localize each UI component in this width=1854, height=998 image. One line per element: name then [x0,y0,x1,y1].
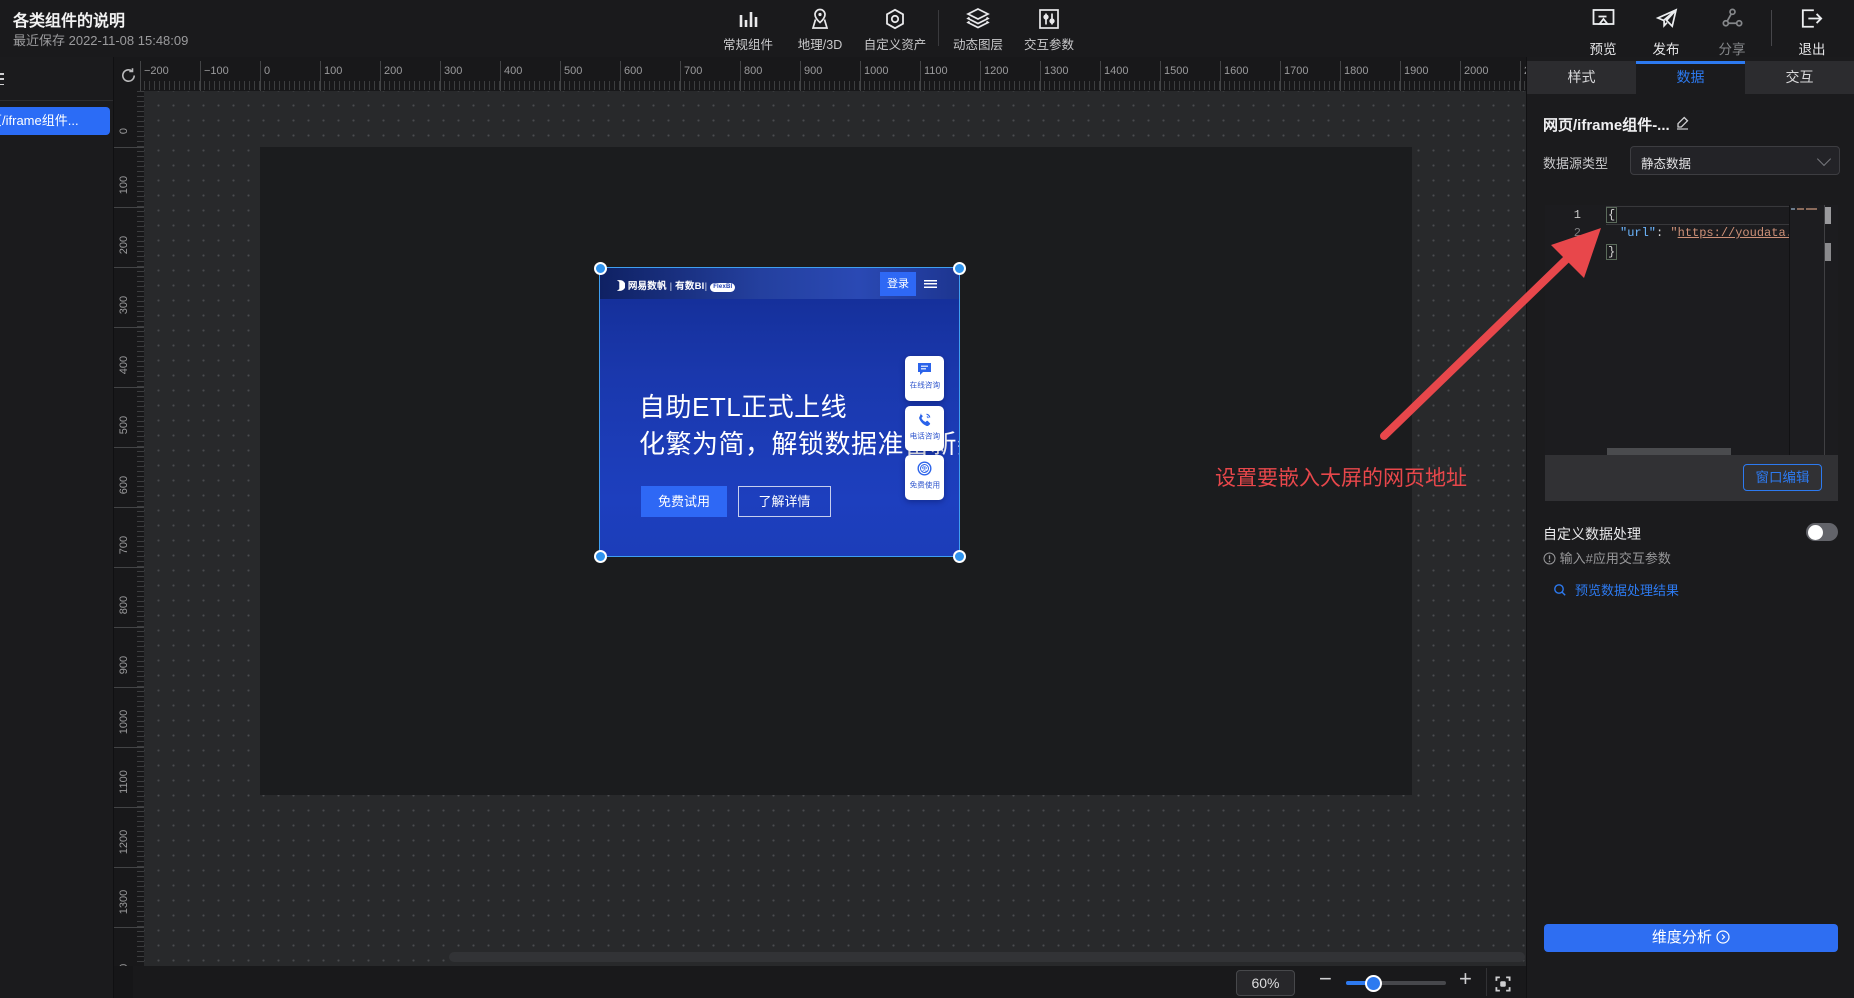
svg-text:免: 免 [921,465,927,473]
